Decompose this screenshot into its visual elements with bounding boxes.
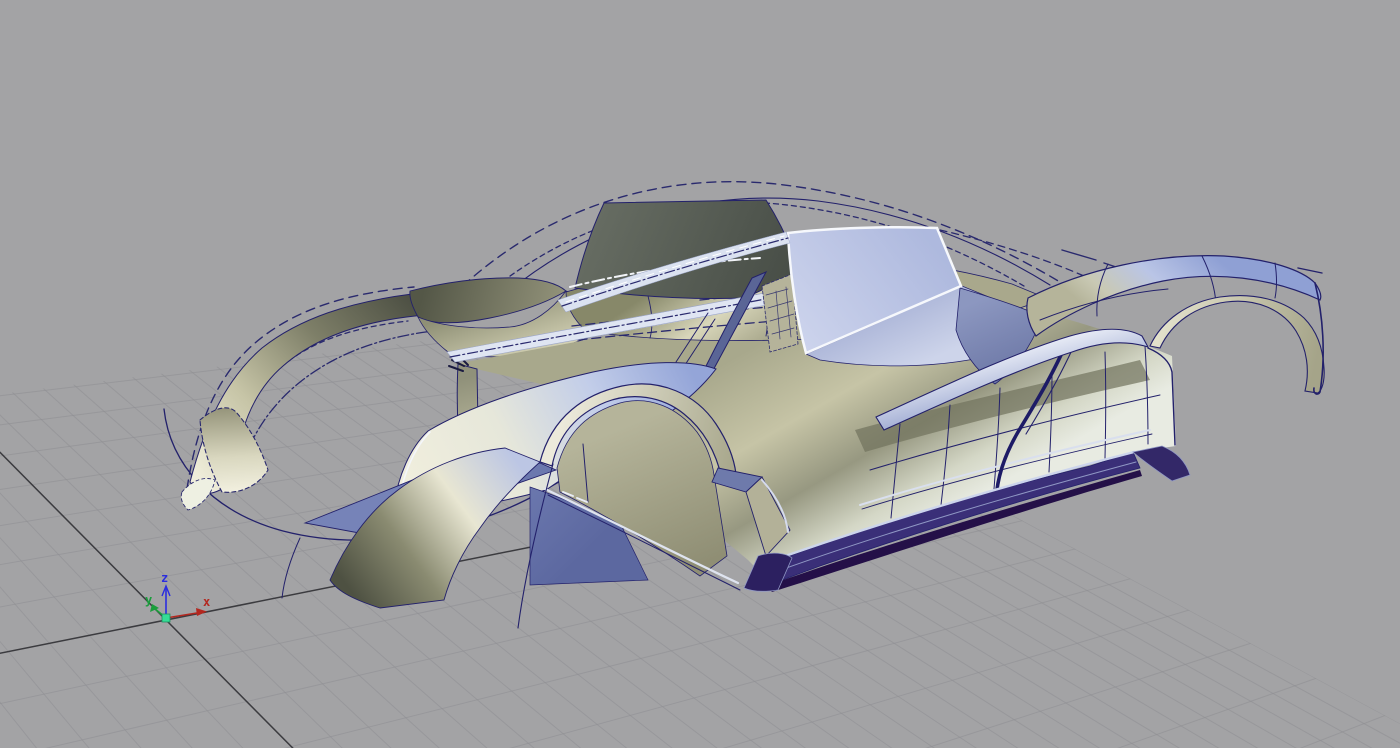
viewport-canvas[interactable]: z x y [0,0,1400,748]
z-axis-label: z [161,571,168,585]
cad-viewport[interactable]: z x y [0,0,1400,748]
x-axis-label: x [203,595,210,609]
y-axis-label: y [145,593,152,607]
origin-marker [162,614,170,622]
